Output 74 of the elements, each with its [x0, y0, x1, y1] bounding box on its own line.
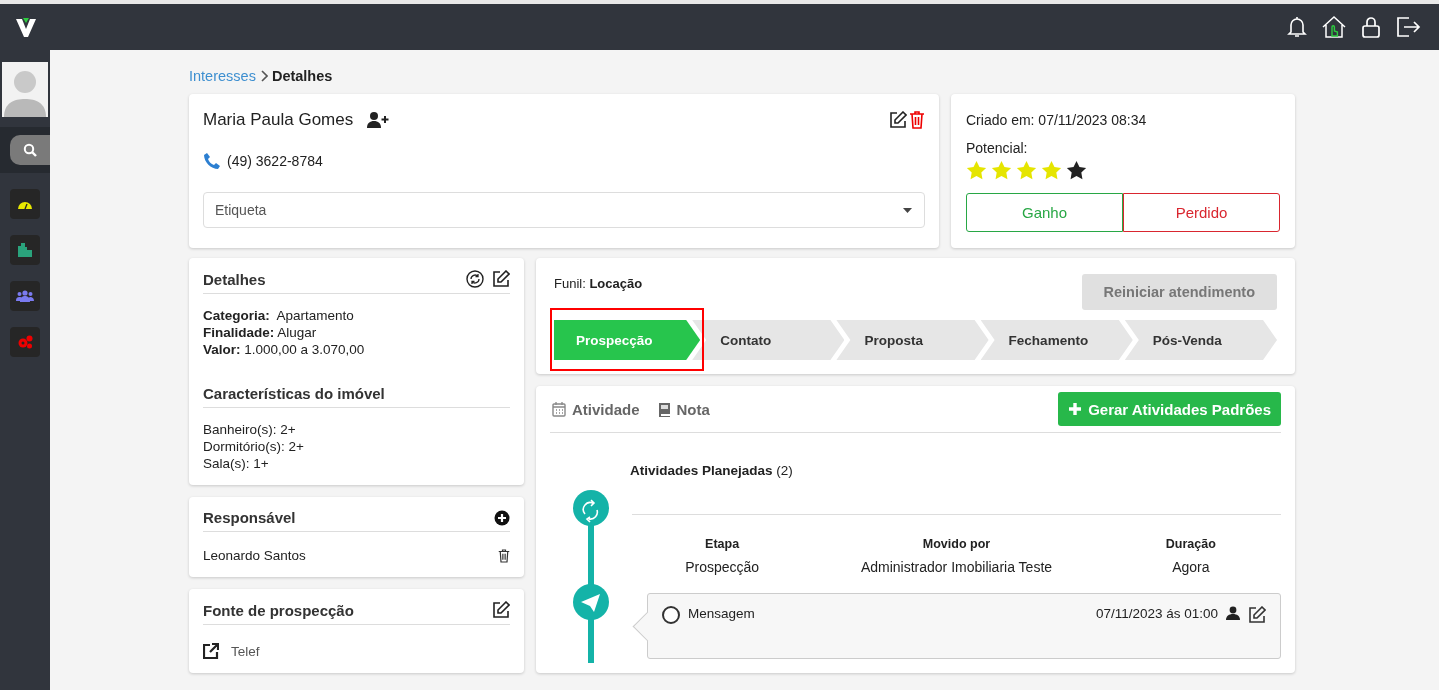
calendar-icon	[552, 401, 566, 417]
won-button[interactable]: Ganho	[966, 193, 1123, 232]
column-heading: Etapa	[704, 537, 741, 551]
settings-button[interactable]	[10, 327, 40, 357]
book-icon	[657, 401, 671, 417]
add-circle-icon[interactable]	[494, 509, 510, 526]
column-value: Administrador Imobiliaria Teste	[859, 559, 1054, 575]
column-value: Prospecção	[684, 559, 761, 575]
user-icon[interactable]	[1226, 606, 1240, 620]
section-title: Características do imóvel	[203, 385, 385, 402]
detail-line: Finalidade: Alugar	[203, 325, 318, 340]
column-heading: Duração	[1164, 537, 1217, 551]
funnel-label: Funil: Locação	[554, 276, 643, 291]
buildings-icon	[17, 243, 33, 257]
caret-icon	[903, 207, 912, 213]
section-title: Responsável	[203, 509, 296, 526]
restart-button[interactable]: Reiniciar atendimento	[1081, 274, 1277, 310]
edit-icon[interactable]	[492, 270, 510, 288]
potential-label: Potencial:	[966, 140, 1029, 156]
breadcrumb-current: Detalhes	[271, 68, 333, 84]
activity-tab[interactable]: Atividade	[550, 400, 656, 418]
star-icon	[991, 160, 1012, 181]
logout-icon[interactable]	[1395, 15, 1421, 39]
task-datetime: 07/11/2023 ás 01:00	[1095, 606, 1218, 621]
dashboard-button[interactable]	[10, 189, 40, 219]
star-icon	[1041, 160, 1062, 181]
external-link-icon	[203, 643, 219, 659]
chevron-icon	[259, 70, 268, 82]
tag-select[interactable]: Etiqueta	[203, 192, 925, 228]
properties-button[interactable]	[10, 235, 40, 265]
user-plus-icon[interactable]	[367, 112, 390, 128]
created-date: Criado em: 07/11/2023 08:34	[966, 112, 1148, 128]
edit-icon[interactable]	[889, 111, 907, 129]
star-icon	[1016, 160, 1037, 181]
lock-icon[interactable]	[1359, 15, 1383, 39]
contact-name: Maria Paula Gomes	[203, 110, 354, 130]
phone-number: (49) 3622-8784	[227, 153, 323, 169]
search-icon	[23, 143, 37, 157]
section-title: Detalhes	[203, 270, 266, 288]
trash-icon[interactable]	[498, 548, 510, 563]
source-value: Telef	[231, 643, 260, 659]
column-heading: Movido por	[921, 537, 992, 551]
responsible-name: Leonardo Santos	[203, 548, 306, 563]
users-icon	[16, 290, 34, 302]
column-value: Agora	[1171, 559, 1211, 575]
task-checkbox[interactable]	[662, 606, 680, 624]
funnel-stage[interactable]: Contato	[692, 320, 845, 360]
funnel-stage[interactable]: Fechamento	[980, 320, 1133, 360]
breadcrumb-link[interactable]: Interesses	[189, 68, 256, 84]
star-icon	[966, 160, 987, 181]
lost-button[interactable]: Perdido	[1123, 193, 1280, 232]
plus-icon	[1068, 402, 1083, 416]
feature-line: Sala(s): 1+	[203, 456, 270, 471]
house-hand-icon[interactable]	[1321, 14, 1347, 40]
bell-icon[interactable]	[1285, 15, 1309, 39]
edit-icon[interactable]	[492, 601, 510, 619]
refresh-icon[interactable]	[466, 270, 484, 288]
search-button[interactable]	[10, 135, 50, 165]
detail-line: Valor: 1.000,00 a 3.070,00	[203, 342, 366, 357]
funnel-stage[interactable]: Pós-Venda	[1124, 320, 1277, 360]
planned-activities-title: Atividades Planejadas (2)	[630, 463, 794, 478]
gears-icon	[17, 335, 33, 349]
activity-tab[interactable]: Nota	[655, 400, 726, 418]
star-icon	[1066, 160, 1087, 181]
feature-line: Banheiro(s): 2+	[203, 422, 297, 437]
people-button[interactable]	[10, 281, 40, 311]
funnel-stage[interactable]: Proposta	[836, 320, 989, 360]
logo-icon	[14, 15, 38, 39]
detail-line: Categoria: Apartamento	[203, 308, 355, 323]
edit-icon[interactable]	[1248, 606, 1266, 624]
phone-icon	[203, 152, 221, 170]
task-title: Mensagem	[688, 606, 755, 621]
feature-line: Dormitório(s): 2+	[203, 439, 305, 454]
section-title: Fonte de prospecção	[203, 601, 354, 619]
